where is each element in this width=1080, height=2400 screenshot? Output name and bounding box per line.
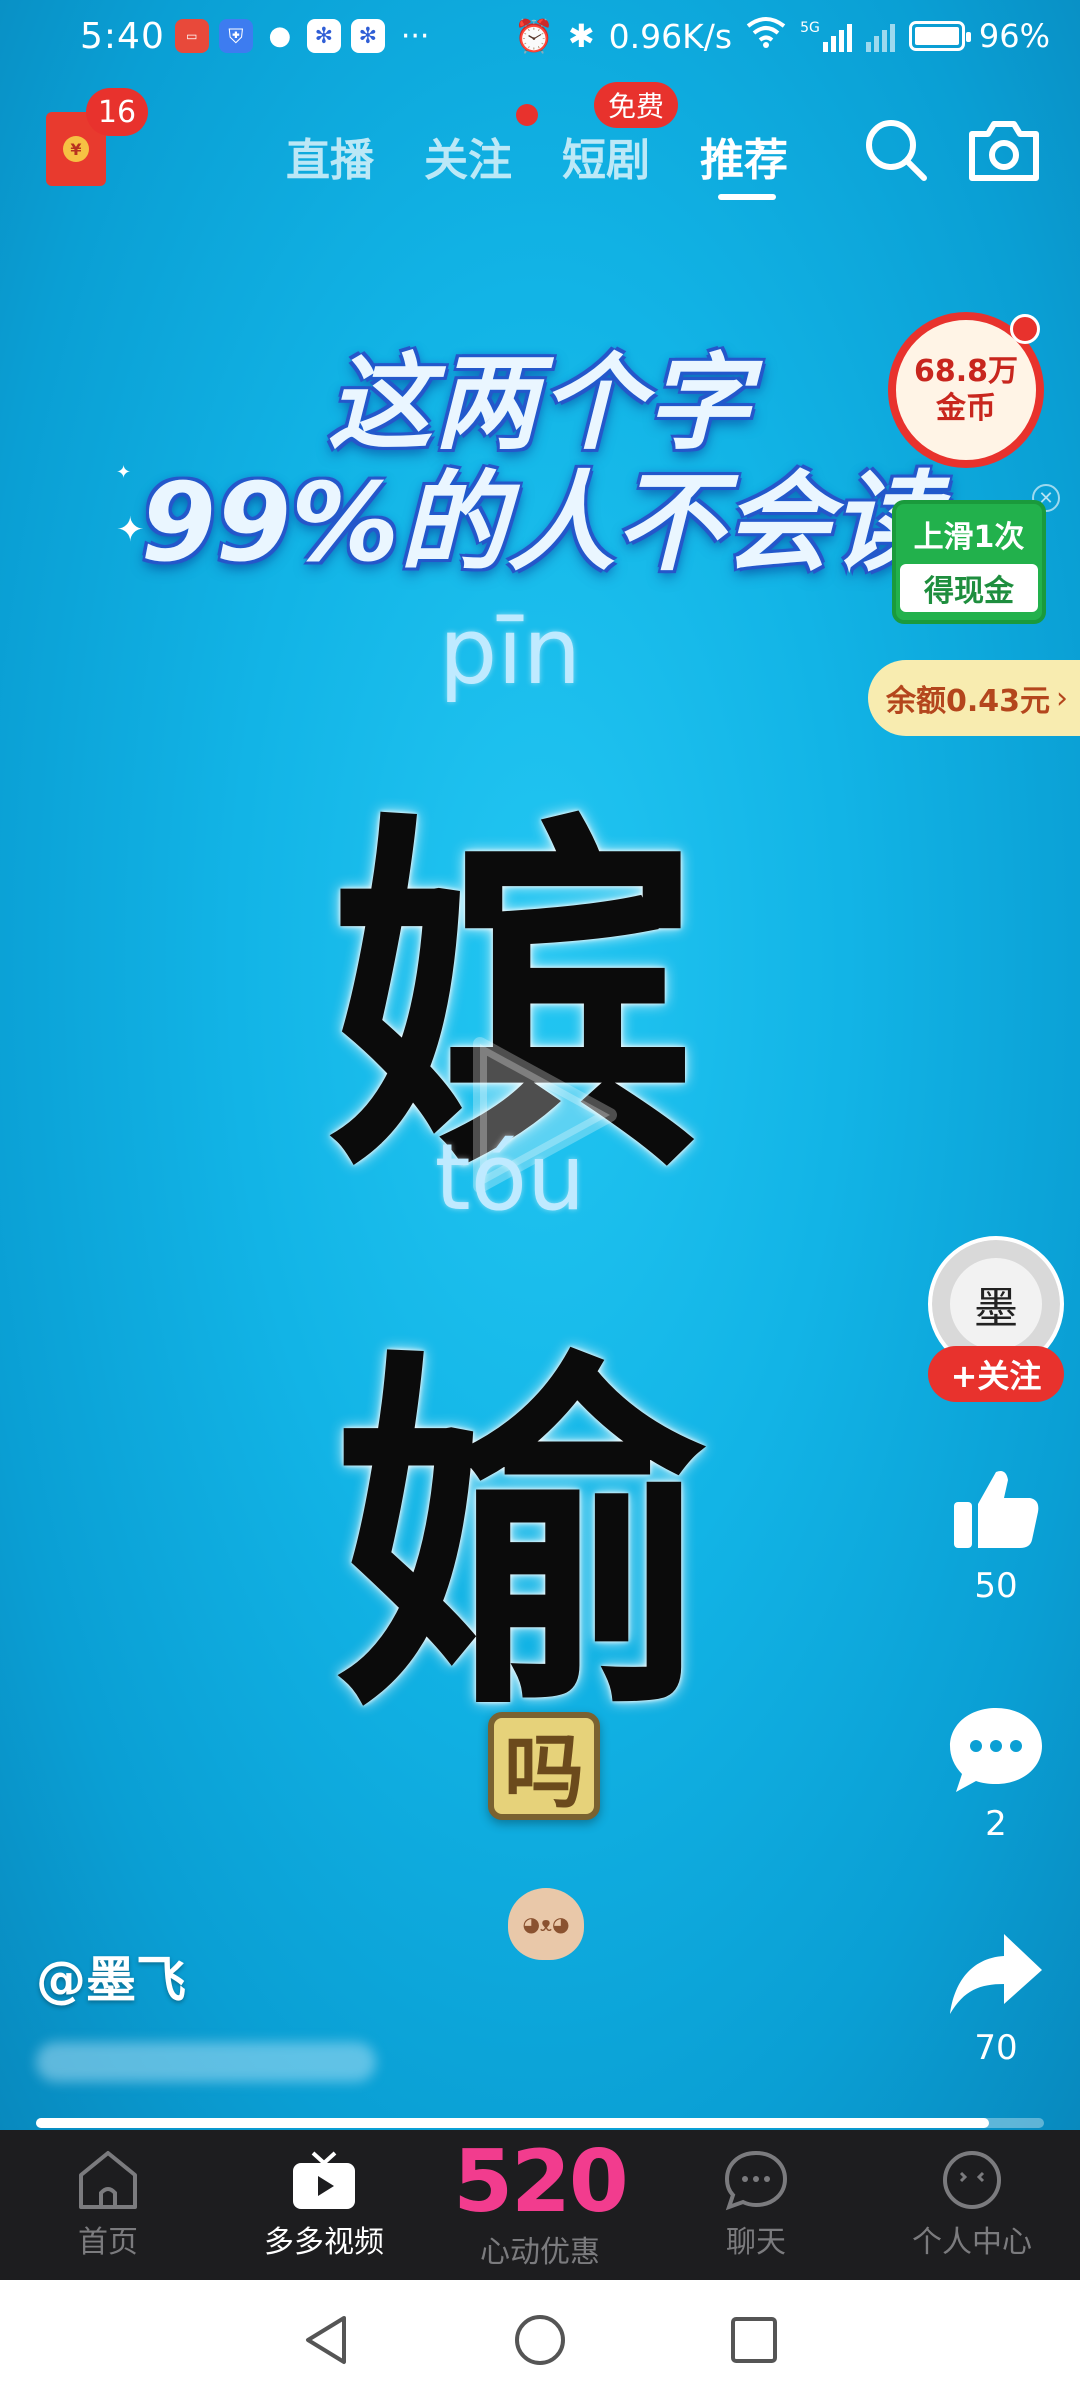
bottom-tab-bar: 首页 多多视频 520 心动优惠 聊天 个人中心 <box>0 2130 1080 2280</box>
active-tab-indicator <box>718 194 776 200</box>
system-nav-bar <box>0 2280 1080 2400</box>
swipe-reward-line1: 上滑1次 <box>913 520 1025 555</box>
video-progress-bar[interactable] <box>36 2118 1044 2128</box>
signal-icon-2 <box>865 20 895 52</box>
recents-square-icon[interactable] <box>728 2314 780 2366</box>
balance-text: 余额0.43元 <box>886 684 1051 719</box>
baidu-icon: ✻ <box>350 19 385 53</box>
top-nav: ¥ 16 直播 关注 短剧 免费 推荐 <box>0 82 1080 210</box>
share-count: 70 <box>974 2028 1018 2068</box>
like-button[interactable]: 50 <box>936 1462 1056 1606</box>
chevron-right-icon: › <box>1056 680 1069 716</box>
yuan-coin-icon: ¥ <box>63 136 89 162</box>
network-type: 5G <box>800 20 820 36</box>
sparkle-icon: ✦ <box>116 462 132 483</box>
tab-chat[interactable]: 聊天 <box>648 2130 864 2280</box>
baidu-icon: ✻ <box>306 19 341 53</box>
promo-number: 520 <box>453 2132 629 2232</box>
hanzi-2: 媮 <box>335 1321 705 1755</box>
tv-play-icon <box>293 2151 355 2209</box>
status-time: 5:40 <box>80 15 165 57</box>
home-circle-icon[interactable] <box>512 2312 568 2368</box>
tab-profile-label: 个人中心 <box>912 2225 1032 2260</box>
author-name[interactable]: @墨飞 <box>36 1940 186 2012</box>
tab-video-label: 多多视频 <box>264 2225 384 2260</box>
tab-live[interactable]: 直播 <box>286 124 374 188</box>
share-icon <box>950 1934 1042 2014</box>
avatar-char: 墨 <box>974 1283 1018 1334</box>
camera-icon[interactable] <box>966 116 1042 184</box>
swipe-reward-card[interactable]: 上滑1次 得现金 <box>892 500 1046 624</box>
battery-icon <box>908 21 971 51</box>
coin-label: 金币 <box>936 391 996 426</box>
swipe-reward-line2: 得现金 <box>900 564 1038 612</box>
share-button[interactable]: 70 <box>936 1928 1056 2068</box>
coin-amount: 68.8万 <box>913 353 1019 389</box>
comment-icon <box>950 1708 1042 1792</box>
promo-label: 心动优惠 <box>480 2235 600 2270</box>
wechat-icon: ● <box>268 21 292 51</box>
profile-face-icon <box>943 2151 1001 2209</box>
balance-pill[interactable]: 余额0.43元 › <box>868 660 1080 736</box>
signal-icon: 5G <box>800 20 852 52</box>
tab-drama[interactable]: 短剧 <box>562 124 650 188</box>
video-progress-fill <box>36 2118 989 2128</box>
wifi-icon <box>746 16 786 56</box>
video-description-blurred <box>36 2042 376 2082</box>
search-icon[interactable] <box>862 116 930 184</box>
huawei-app-icon: ▭ <box>174 19 209 53</box>
status-bar: 5:40 ▭ ⛨ ● ✻ ✻ ··· ⏰ ✱ 0.96K/s 5G 96% <box>0 0 1080 72</box>
alarm-icon: ⏰ <box>514 17 554 55</box>
tab-home-label: 首页 <box>78 2225 138 2260</box>
tab-chat-label: 聊天 <box>726 2225 786 2260</box>
net-speed: 0.96K/s <box>608 16 733 56</box>
chat-icon <box>724 2150 788 2211</box>
video-player[interactable]: 5:40 ▭ ⛨ ● ✻ ✻ ··· ⏰ ✱ 0.96K/s 5G 96% ¥ … <box>0 0 1080 2130</box>
follow-button[interactable]: +关注 <box>928 1346 1064 1402</box>
thumbs-up-icon <box>954 1471 1039 1548</box>
tab-promo[interactable]: 520 心动优惠 <box>432 2130 648 2280</box>
pinyin-2: tóu <box>434 1124 586 1231</box>
battery-percent: 96% <box>978 17 1050 55</box>
redpack-count-badge: 16 <box>86 88 148 136</box>
mascot-sticker: ◕ᴥ◕ <box>508 1888 584 1960</box>
tab-recommend[interactable]: 推荐 <box>700 124 788 188</box>
tab-profile[interactable]: 个人中心 <box>864 2130 1080 2280</box>
free-badge: 免费 <box>594 82 679 128</box>
comment-count: 2 <box>985 1804 1007 1844</box>
like-count: 50 <box>974 1566 1018 1606</box>
coin-notification-dot <box>1010 314 1040 344</box>
bluetooth-icon: ✱ <box>567 17 595 55</box>
back-icon[interactable] <box>300 2312 352 2368</box>
follow-notification-dot <box>516 104 538 126</box>
tab-home[interactable]: 首页 <box>0 2130 216 2280</box>
sparkle-icon: ✦ <box>116 510 145 550</box>
tab-video[interactable]: 多多视频 <box>216 2130 432 2280</box>
shield-app-icon: ⛨ <box>218 19 253 53</box>
more-notifications-icon: ··· <box>400 18 430 54</box>
home-icon <box>79 2151 137 2209</box>
comment-button[interactable]: 2 <box>936 1704 1056 1844</box>
tab-follow[interactable]: 关注 <box>424 124 512 188</box>
question-char: 吗 <box>488 1712 600 1820</box>
